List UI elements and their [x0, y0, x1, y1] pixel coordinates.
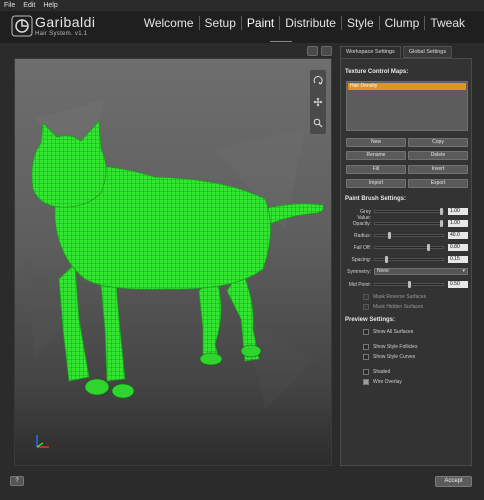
menu-edit[interactable]: Edit: [23, 2, 35, 9]
preview-settings-title: Preview Settings:: [345, 317, 396, 323]
show-all-surfaces-checkbox[interactable]: [363, 329, 369, 335]
view-frame-button[interactable]: [307, 46, 318, 56]
pan-icon[interactable]: [311, 95, 325, 109]
active-nav-indicator: [270, 41, 292, 42]
texture-maps-title: Texture Control Maps:: [345, 69, 409, 75]
nav-tweak[interactable]: Tweak: [425, 16, 470, 30]
viewport-toolbar: [309, 69, 327, 135]
delete-button[interactable]: Delete: [408, 151, 468, 160]
opacity-slider[interactable]: [374, 220, 444, 227]
falloff-field[interactable]: 0.80: [448, 244, 468, 251]
help-button[interactable]: ?: [10, 476, 24, 486]
brand-subtitle: Hair System. v1.1: [35, 31, 88, 37]
invert-button[interactable]: Invert: [408, 165, 468, 174]
texture-map-item[interactable]: Hair Density: [348, 83, 466, 90]
nav-distribute[interactable]: Distribute: [280, 16, 341, 30]
midpoint-field[interactable]: 0.50: [448, 281, 468, 288]
show-style-curves-label: Show Style Curves: [373, 354, 416, 360]
mask-reverse-checkbox[interactable]: [363, 294, 369, 300]
nav-clump[interactable]: Clump: [380, 16, 425, 30]
grey-value-label: Grey Value:: [357, 209, 371, 221]
main-nav: Welcome Setup Paint Distribute Style Clu…: [139, 16, 470, 30]
app-header: Garibaldi Hair System. v1.1 Welcome Setu…: [0, 11, 484, 43]
opacity-field[interactable]: 1.00: [448, 220, 468, 227]
symmetry-label: Symmetry:: [347, 269, 371, 275]
rename-button[interactable]: Rename: [346, 151, 406, 160]
spacing-label: Spacing:: [351, 257, 371, 263]
copy-button[interactable]: Copy: [408, 138, 468, 147]
slider-thumb[interactable]: [407, 281, 411, 288]
menu-help[interactable]: Help: [43, 2, 57, 9]
nav-style[interactable]: Style: [342, 16, 379, 30]
garibaldi-logo-icon: [11, 15, 33, 37]
new-button[interactable]: New: [346, 138, 406, 147]
slider-thumb[interactable]: [427, 244, 430, 251]
menu-file[interactable]: File: [4, 2, 15, 9]
shaded-label: Shaded: [373, 369, 391, 375]
zoom-icon[interactable]: [311, 116, 325, 130]
falloff-label: Fall Off:: [353, 245, 371, 251]
accept-button[interactable]: Accept: [435, 476, 472, 487]
axes-icon: [36, 435, 49, 448]
tab-global-settings[interactable]: Global Settings: [402, 46, 453, 58]
view-buttons: [307, 46, 332, 56]
fill-button[interactable]: Fill: [346, 165, 406, 174]
paint-brush-title: Paint Brush Settings:: [345, 196, 407, 202]
midpoint-slider[interactable]: [374, 281, 444, 288]
nav-welcome[interactable]: Welcome: [139, 16, 199, 30]
view-home-button[interactable]: [321, 46, 332, 56]
spacing-slider[interactable]: [374, 256, 444, 263]
mask-hidden-label: Mask Hidden Surfaces: [373, 304, 424, 310]
settings-tabs: Workspace Settings Global Settings: [340, 46, 453, 58]
wire-overlay-label: Wire Overlay: [373, 379, 402, 385]
chevron-down-icon: ▾: [462, 268, 465, 274]
brand-name: Garibaldi: [35, 14, 96, 30]
grey-value-field[interactable]: 1.00: [448, 208, 468, 215]
tab-workspace-settings[interactable]: Workspace Settings: [340, 46, 401, 58]
export-button[interactable]: Export: [408, 179, 468, 188]
menu-bar: File Edit Help: [0, 0, 484, 11]
opacity-label: Opacity:: [352, 221, 371, 227]
show-style-follicles-label: Show Style Follicles: [373, 344, 418, 350]
radius-slider[interactable]: [374, 232, 444, 239]
show-style-curves-checkbox[interactable]: [363, 354, 369, 360]
mask-hidden-checkbox[interactable]: [363, 304, 369, 310]
spacing-field[interactable]: 0.15: [448, 256, 468, 263]
slider-thumb[interactable]: [440, 220, 443, 227]
radius-field[interactable]: 40.0: [448, 232, 468, 239]
slider-thumb[interactable]: [384, 256, 388, 263]
falloff-slider[interactable]: [374, 244, 444, 251]
show-all-surfaces-label: Show All Surfaces: [373, 329, 414, 335]
symmetry-select[interactable]: None ▾: [374, 268, 468, 275]
wire-overlay-checkbox[interactable]: [363, 379, 369, 385]
settings-panel: Texture Control Maps: Hair Density New C…: [340, 58, 472, 466]
nav-setup[interactable]: Setup: [200, 16, 241, 30]
slider-thumb[interactable]: [440, 208, 443, 215]
nav-paint[interactable]: Paint: [242, 16, 279, 30]
show-style-follicles-checkbox[interactable]: [363, 344, 369, 350]
rotate-icon[interactable]: [311, 74, 325, 88]
mask-reverse-label: Mask Reverse Surfaces: [373, 294, 427, 300]
grey-value-slider[interactable]: [374, 208, 444, 215]
symmetry-value: None: [377, 268, 389, 274]
radius-label: Radius:: [354, 233, 371, 239]
import-button[interactable]: Import: [346, 179, 406, 188]
midpoint-label: Mid Point:: [348, 282, 371, 288]
shaded-checkbox[interactable]: [363, 369, 369, 375]
slider-thumb[interactable]: [388, 232, 391, 239]
3d-viewport[interactable]: [14, 58, 332, 466]
texture-map-list[interactable]: Hair Density: [346, 81, 468, 131]
viewport-scene: [25, 99, 324, 409]
